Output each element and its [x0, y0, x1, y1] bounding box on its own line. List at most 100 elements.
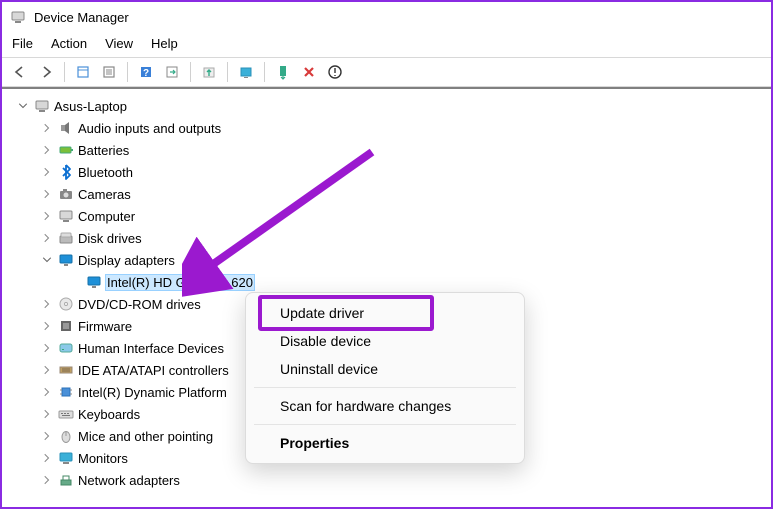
chevron-right-icon[interactable] [40, 385, 54, 399]
uninstall-device-button[interactable] [323, 61, 347, 83]
toolbar-separator [190, 62, 191, 82]
computer-icon [34, 98, 50, 114]
disable-icon [301, 64, 317, 80]
help-button[interactable] [134, 61, 158, 83]
toolbar-separator [264, 62, 265, 82]
uninstall-icon [327, 64, 343, 80]
update-driver-button[interactable] [197, 61, 221, 83]
display-icon [58, 252, 74, 268]
back-icon [12, 64, 28, 80]
tree-node-label: Firmware [78, 319, 132, 334]
forward-button[interactable] [34, 61, 58, 83]
tree-node-label: Display adapters [78, 253, 175, 268]
properties-icon [101, 64, 117, 80]
tree-node-label: Cameras [78, 187, 131, 202]
scan-icon [238, 64, 254, 80]
tree-node[interactable]: Cameras [12, 183, 771, 205]
camera-icon [58, 186, 74, 202]
chevron-right-icon[interactable] [40, 407, 54, 421]
disk-icon [58, 230, 74, 246]
keyboard-icon [58, 406, 74, 422]
action-icon [164, 64, 180, 80]
chevron-right-icon[interactable] [40, 297, 54, 311]
action-button[interactable] [160, 61, 184, 83]
ctx-divider [254, 387, 516, 388]
tree-node-label: IDE ATA/ATAPI controllers [78, 363, 229, 378]
disable-device-button[interactable] [297, 61, 321, 83]
chevron-right-icon[interactable] [40, 121, 54, 135]
audio-icon [58, 120, 74, 136]
tree-node[interactable]: Computer [12, 205, 771, 227]
tree-node-label: Mice and other pointing [78, 429, 213, 444]
chevron-right-icon[interactable] [40, 319, 54, 333]
chevron-down-icon[interactable] [16, 99, 30, 113]
show-hidden-button[interactable] [71, 61, 95, 83]
toolbar-separator [127, 62, 128, 82]
tree-node-label: Batteries [78, 143, 129, 158]
firmware-icon [58, 318, 74, 334]
tree-node-label: Intel(R) Dynamic Platform [78, 385, 227, 400]
enable-icon [275, 64, 291, 80]
chevron-right-icon[interactable] [40, 363, 54, 377]
back-button[interactable] [8, 61, 32, 83]
chevron-right-icon[interactable] [40, 209, 54, 223]
properties-button[interactable] [97, 61, 121, 83]
tree-node-label: Keyboards [78, 407, 140, 422]
tree-node[interactable]: Bluetooth [12, 161, 771, 183]
ctx-properties[interactable]: Properties [248, 429, 522, 457]
chevron-right-icon [68, 275, 82, 289]
chevron-right-icon[interactable] [40, 187, 54, 201]
toolbar-separator [64, 62, 65, 82]
chevron-right-icon[interactable] [40, 341, 54, 355]
ctx-divider [254, 424, 516, 425]
window-title: Device Manager [34, 10, 129, 25]
tree-node-label: Computer [78, 209, 135, 224]
menu-action[interactable]: Action [51, 36, 87, 51]
scan-hardware-button[interactable] [234, 61, 258, 83]
menu-view[interactable]: View [105, 36, 133, 51]
tree-node[interactable]: Disk drives [12, 227, 771, 249]
ctx-update-driver[interactable]: Update driver [248, 299, 522, 327]
enable-device-button[interactable] [271, 61, 295, 83]
network-icon [58, 472, 74, 488]
tree-node-label: DVD/CD-ROM drives [78, 297, 201, 312]
chip-icon [58, 384, 74, 400]
panel-icon [75, 64, 91, 80]
ide-icon [58, 362, 74, 378]
ctx-scan-hardware[interactable]: Scan for hardware changes [248, 392, 522, 420]
hid-icon [58, 340, 74, 356]
battery-icon [58, 142, 74, 158]
chevron-down-icon[interactable] [40, 253, 54, 267]
tree-node[interactable]: Audio inputs and outputs [12, 117, 771, 139]
display-icon [86, 274, 102, 290]
chevron-right-icon[interactable] [40, 429, 54, 443]
menu-file[interactable]: File [12, 36, 33, 51]
help-icon [138, 64, 154, 80]
ctx-uninstall-device[interactable]: Uninstall device [248, 355, 522, 383]
menu-help[interactable]: Help [151, 36, 178, 51]
tree-node[interactable]: Asus-Laptop [12, 95, 771, 117]
bluetooth-icon [58, 164, 74, 180]
tree-node[interactable]: Intel(R) HD Graphics 620 [12, 271, 771, 293]
menu-bar: File Action View Help [2, 32, 771, 57]
tree-node-label: Monitors [78, 451, 128, 466]
tree-node-label: Asus-Laptop [54, 99, 127, 114]
tree-node[interactable]: Batteries [12, 139, 771, 161]
tree-node-label: Network adapters [78, 473, 180, 488]
ctx-disable-device[interactable]: Disable device [248, 327, 522, 355]
app-icon [10, 9, 26, 25]
title-bar: Device Manager [2, 2, 771, 32]
chevron-right-icon[interactable] [40, 451, 54, 465]
tree-node[interactable]: Display adapters [12, 249, 771, 271]
context-menu: Update driver Disable device Uninstall d… [245, 292, 525, 464]
chevron-right-icon[interactable] [40, 231, 54, 245]
chevron-right-icon[interactable] [40, 165, 54, 179]
update-driver-icon [201, 64, 217, 80]
mouse-icon [58, 428, 74, 444]
tree-node[interactable]: Network adapters [12, 469, 771, 491]
chevron-right-icon[interactable] [40, 143, 54, 157]
toolbar [2, 57, 771, 87]
chevron-right-icon[interactable] [40, 473, 54, 487]
tree-node-label: Audio inputs and outputs [78, 121, 221, 136]
tree-node-label: Bluetooth [78, 165, 133, 180]
